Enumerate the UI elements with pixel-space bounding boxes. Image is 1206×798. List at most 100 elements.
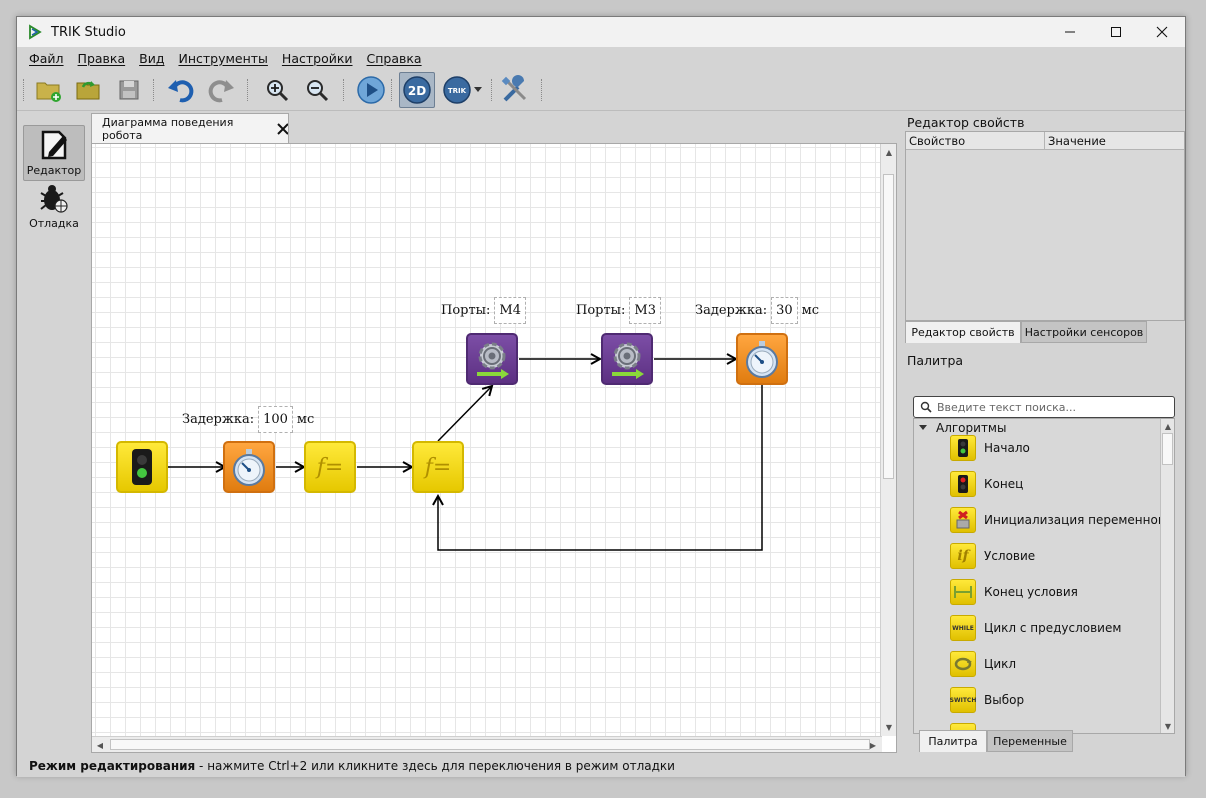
palette-search-input[interactable]: Введите текст поиска... bbox=[913, 396, 1175, 418]
tab-variables[interactable]: Переменные bbox=[987, 730, 1073, 752]
palette-item-end[interactable]: Конец bbox=[950, 471, 1023, 497]
undo-button[interactable] bbox=[165, 74, 197, 106]
toolbar-grip[interactable] bbox=[541, 79, 543, 101]
minimize-icon bbox=[1065, 31, 1075, 33]
tab-sensor-settings[interactable]: Настройки сенсоров bbox=[1021, 321, 1147, 343]
scroll-right-icon[interactable]: ▶ bbox=[866, 738, 880, 752]
palette-item-condition[interactable]: if Условие bbox=[950, 543, 1035, 569]
status-mode: Режим редактирования bbox=[29, 759, 196, 773]
menu-bar: Файл Правка Вид Инструменты Настройки Сп… bbox=[17, 47, 1185, 69]
run-button[interactable] bbox=[355, 74, 387, 106]
editor-mode-button[interactable]: Редактор bbox=[23, 125, 85, 181]
robot-settings-button[interactable] bbox=[499, 74, 531, 106]
bug-icon bbox=[40, 185, 68, 213]
title-bar: TRIK Studio bbox=[17, 17, 1185, 47]
palette-group-algorithms[interactable]: Алгоритмы bbox=[918, 421, 1006, 435]
timer-block[interactable] bbox=[223, 441, 275, 493]
toolbar-separator bbox=[247, 79, 249, 101]
tab-robot-diagram[interactable]: Диаграмма поведения робота bbox=[91, 113, 289, 143]
minimize-button[interactable] bbox=[1047, 17, 1093, 47]
ports-caption: Порты: bbox=[576, 303, 626, 318]
close-tab-icon[interactable] bbox=[277, 122, 288, 135]
mode-2d-button[interactable]: 2D bbox=[399, 72, 435, 108]
palette-item-loop[interactable]: Цикл bbox=[950, 651, 1016, 677]
scroll-thumb[interactable] bbox=[1162, 433, 1173, 465]
menu-file[interactable]: Файл bbox=[29, 51, 64, 66]
maximize-icon bbox=[1111, 27, 1121, 37]
close-window-button[interactable] bbox=[1139, 17, 1185, 47]
column-property[interactable]: Свойство bbox=[906, 132, 1045, 149]
trik-studio-logo-icon bbox=[29, 24, 42, 40]
canvas-vertical-scrollbar[interactable]: ▲ ▼ bbox=[880, 144, 896, 736]
scroll-down-icon[interactable]: ▼ bbox=[882, 720, 896, 734]
window-title: TRIK Studio bbox=[51, 24, 126, 40]
scroll-up-icon[interactable]: ▲ bbox=[882, 145, 896, 159]
debug-mode-button[interactable]: Отладка bbox=[23, 183, 85, 239]
traffic-light-icon bbox=[132, 449, 152, 485]
timer-delay-label: Задержка: 100 мс bbox=[182, 406, 314, 433]
palette-item-start[interactable]: Начало bbox=[950, 435, 1030, 461]
canvas-horizontal-scrollbar[interactable]: ◀ ▶ bbox=[92, 736, 882, 752]
stopwatch-icon bbox=[233, 449, 265, 486]
while-icon: WHILE bbox=[950, 615, 976, 641]
function-block[interactable]: f= bbox=[412, 441, 464, 493]
scroll-thumb[interactable] bbox=[110, 739, 870, 750]
tab-palette[interactable]: Палитра bbox=[919, 730, 987, 752]
zoom-out-button[interactable] bbox=[301, 74, 333, 106]
redo-button[interactable] bbox=[205, 74, 237, 106]
robot-model-dropdown[interactable] bbox=[471, 74, 485, 106]
trik-robot-icon: TRIK bbox=[443, 76, 471, 104]
delay-value-field[interactable]: 30 bbox=[771, 297, 798, 324]
palette-item-end-condition[interactable]: Конец условия bbox=[950, 579, 1078, 605]
tab-property-editor[interactable]: Редактор свойств bbox=[905, 321, 1021, 343]
menu-help[interactable]: Справка bbox=[367, 51, 422, 66]
link-loop-back[interactable] bbox=[438, 385, 763, 551]
ports-value-field[interactable]: M4 bbox=[494, 297, 526, 324]
menu-tools[interactable]: Инструменты bbox=[178, 51, 267, 66]
gear-arrow-icon bbox=[612, 342, 644, 379]
editor-mode-label: Редактор bbox=[26, 164, 82, 177]
trik-robot-button[interactable]: TRIK bbox=[441, 74, 473, 106]
scroll-thumb[interactable] bbox=[883, 174, 894, 479]
palette-item-while-loop[interactable]: WHILE Цикл с предусловием bbox=[950, 615, 1121, 641]
delay-value-field[interactable]: 100 bbox=[258, 406, 293, 433]
palette-item-variable-init[interactable]: Инициализация переменной bbox=[950, 507, 1166, 533]
function-block[interactable]: f= bbox=[304, 441, 356, 493]
loop-icon bbox=[950, 651, 976, 677]
toolbar-grip[interactable] bbox=[23, 79, 25, 101]
diagram-scene[interactable]: f= f= Задержка: 100 мс Порты: M4 Порты: … bbox=[91, 143, 897, 753]
zoom-in-button[interactable] bbox=[261, 74, 293, 106]
motor-ports-label: Порты: M4 bbox=[441, 297, 530, 324]
diagram-canvas[interactable]: f= f= Задержка: 100 мс Порты: M4 Порты: … bbox=[92, 144, 880, 736]
pencil-document-icon bbox=[41, 130, 67, 160]
motors-forward-m3-block[interactable] bbox=[601, 333, 653, 385]
status-bar[interactable]: Режим редактирования - нажмите Ctrl+2 ил… bbox=[17, 755, 1185, 777]
redo-icon bbox=[208, 80, 234, 103]
column-value[interactable]: Значение bbox=[1045, 132, 1184, 149]
maximize-button[interactable] bbox=[1093, 17, 1139, 47]
open-project-button[interactable] bbox=[73, 74, 105, 106]
timer-block[interactable] bbox=[736, 333, 788, 385]
link-function-to-motor-m4[interactable] bbox=[437, 386, 492, 442]
mode-2d-label: 2D bbox=[408, 84, 426, 98]
palette-scrollbar[interactable]: ▲ ▼ bbox=[1160, 419, 1174, 733]
scroll-down-icon[interactable]: ▼ bbox=[1161, 719, 1174, 733]
initial-node-block[interactable] bbox=[116, 441, 168, 493]
property-table[interactable]: Свойство Значение bbox=[905, 131, 1185, 321]
search-icon bbox=[920, 401, 932, 413]
menu-settings[interactable]: Настройки bbox=[282, 51, 353, 66]
new-project-button[interactable] bbox=[33, 74, 65, 106]
palette-tree[interactable]: Алгоритмы Начало Конец Инициализация пер… bbox=[913, 418, 1175, 734]
new-folder-icon bbox=[36, 82, 61, 102]
menu-edit[interactable]: Правка bbox=[78, 51, 126, 66]
main-window: TRIK Studio Файл Правка Вид Инструменты … bbox=[16, 16, 1187, 777]
mode-2d-icon: 2D bbox=[403, 76, 431, 104]
motors-forward-m4-block[interactable] bbox=[466, 333, 518, 385]
right-dock: Редактор свойств Свойство Значение Редак… bbox=[903, 113, 1187, 753]
scroll-left-icon[interactable]: ◀ bbox=[93, 738, 107, 752]
menu-view[interactable]: Вид bbox=[139, 51, 164, 66]
ports-value-field[interactable]: M3 bbox=[629, 297, 661, 324]
scroll-up-icon[interactable]: ▲ bbox=[1161, 419, 1174, 433]
save-button[interactable] bbox=[113, 74, 145, 106]
palette-item-switch[interactable]: SWITCH Выбор bbox=[950, 687, 1024, 713]
